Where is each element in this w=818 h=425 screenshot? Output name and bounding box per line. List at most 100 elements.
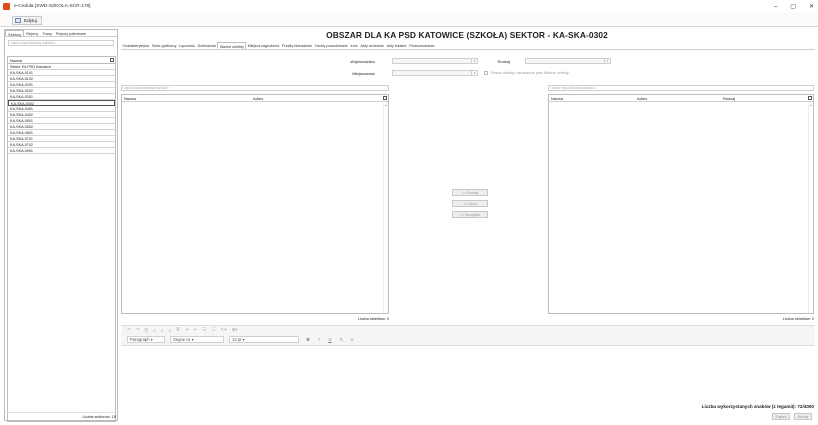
left-grid-search-input[interactable]: <wpisz wyszukiwaną wartość>: [121, 85, 389, 91]
window-controls: – ▢ ✕: [774, 0, 814, 13]
align-center-icon[interactable]: ≡: [161, 328, 164, 333]
tab-inne[interactable]: Inne: [349, 42, 359, 49]
tab-trasy[interactable]: Trasy: [40, 30, 54, 36]
italic-button[interactable]: I: [315, 336, 323, 343]
redo-icon[interactable]: ↷: [136, 327, 140, 333]
right-header-rodzaj[interactable]: Rodzaj: [723, 95, 735, 102]
sector-tabs: Sektory Rejony Trasy Rejony patrolowe: [5, 30, 117, 37]
column-chooser-icon[interactable]: [383, 96, 387, 100]
window-title: e-Cedula [SWD-SZKOLA-SCR-178]: [14, 4, 91, 9]
tab-punkty-blokadowe[interactable]: Punkty blokadowe: [281, 42, 314, 49]
paste-icon[interactable]: ⎘: [145, 328, 149, 333]
indent-icon[interactable]: ⇥: [185, 327, 189, 333]
remove-button[interactable]: << Usuń: [452, 200, 488, 207]
main-tabs: Charakterystyka Szkic graficzny Łączność Dz…: [121, 42, 815, 50]
editor-toolbar-icons: ↶ ↷ ⎘ ≡ ≡ ≡ ≣ ⇥ ⇤ ☰ ☷ ✎▾ ⊞▾: [121, 325, 815, 334]
justify-icon[interactable]: ≣: [176, 327, 180, 333]
all-button[interactable]: << Wszystko: [452, 211, 488, 218]
rodzaj-select[interactable]: ▾: [525, 58, 611, 64]
tab-akty-lokalne[interactable]: Akty lokalne: [385, 42, 408, 49]
paragraph-style-value: Paragraph: [130, 337, 150, 342]
left-header-adres[interactable]: Adres: [253, 95, 263, 102]
tab-ważne-obiekty[interactable]: Ważne obiekty: [217, 42, 247, 49]
left-grid-scrollbar[interactable]: ▴: [383, 103, 388, 313]
maximize-button[interactable]: ▢: [790, 3, 796, 10]
right-header-nazwa[interactable]: Nazwa: [551, 95, 563, 102]
column-header-label: Nazwa: [10, 58, 22, 63]
minimize-button[interactable]: –: [774, 4, 777, 10]
sector-rows: Sektor KA PSD Katowice KA-SKA-0101 KA-SKA-…: [8, 64, 115, 154]
sector-column-header[interactable]: Nazwa: [8, 57, 115, 64]
sector-search-input[interactable]: <wpisz wyszukiwany wartość>: [8, 40, 114, 46]
rodzaj-label: Rodzaj: [497, 59, 510, 64]
sector-panel: Sektory Rejony Trasy Rejony patrolowe <w…: [4, 29, 119, 422]
left-header-nazwa[interactable]: Nazwa: [124, 95, 136, 102]
char-count: Liczba wykorzystanych znaków (z tegamiI)…: [701, 404, 814, 409]
tab-sektory[interactable]: Sektory: [5, 30, 25, 37]
wojewodztwo-select[interactable]: ▾: [392, 58, 478, 64]
numbering-icon[interactable]: ☷: [211, 327, 215, 333]
align-right-icon[interactable]: ≡: [168, 328, 171, 333]
font-size-select[interactable]: 12 pt ▾: [229, 336, 299, 343]
column-chooser-icon[interactable]: [808, 96, 812, 100]
highlight-icon[interactable]: ✎▾: [221, 327, 227, 333]
align-left-icon[interactable]: ≡: [153, 328, 156, 333]
sector-scrollbar[interactable]: [110, 66, 114, 413]
title-bar: e-Cedula [SWD-SZKOLA-SCR-178] – ▢ ✕: [0, 0, 818, 13]
editor-format-toolbar: Paragraph ▾ Segoe UI ▾ 12 pt ▾ B I U T̶ …: [121, 334, 815, 346]
app-icon: [3, 3, 10, 10]
left-grid-count: Liczba obiektów: 0: [357, 317, 389, 321]
tab-rejony[interactable]: Rejony: [24, 30, 40, 36]
right-grid-count: Liczba obiektów: 0: [782, 317, 814, 321]
sector-count: Liczba sektorów: 15: [5, 412, 119, 420]
edit-button[interactable]: Edytuj: [12, 16, 42, 25]
chevron-down-icon: ▾: [604, 59, 610, 63]
close-button[interactable]: ✕: [809, 3, 814, 10]
edit-icon: [15, 18, 21, 23]
show-important-label: Pokaż obiekty, oznaczone jako Ważne obie…: [491, 71, 569, 75]
link-button[interactable]: << Powiąż: [452, 189, 488, 196]
ribbon: Edytuj: [0, 13, 818, 27]
right-grid-scrollbar[interactable]: ▴: [808, 103, 813, 313]
right-objects-grid: Nazwa Adres Rodzaj ▴: [548, 94, 814, 314]
right-grid-header: Nazwa Adres Rodzaj: [549, 95, 813, 102]
underline-button[interactable]: U: [326, 336, 334, 343]
sector-row[interactable]: KA-SKA-0901: [8, 148, 115, 154]
save-button[interactable]: Zapisz: [772, 413, 790, 420]
sector-table: Nazwa Sektor KA PSD Katowice KA-SKA-0101 K…: [7, 56, 116, 422]
cancel-button[interactable]: Anuluj: [794, 413, 812, 420]
table-icon[interactable]: ⊞▾: [232, 327, 238, 333]
chevron-down-icon: ▾: [471, 59, 477, 63]
miejscowosc-select[interactable]: ▾: [392, 70, 478, 76]
miejscowosc-label: Miejscowość: [352, 71, 375, 76]
right-header-adres[interactable]: Adres: [637, 95, 647, 102]
tab-akty-centralne[interactable]: Akty centralne: [359, 42, 385, 49]
column-chooser-icon[interactable]: [110, 58, 114, 62]
bullets-icon[interactable]: ☰: [202, 327, 206, 333]
undo-icon[interactable]: ↶: [127, 327, 131, 333]
tab-miejsca-zagrożenia[interactable]: Miejsca zagrożenia: [246, 42, 280, 49]
show-important-checkbox[interactable]: [484, 71, 488, 75]
bold-button[interactable]: B: [304, 336, 312, 343]
tab-podsumowanie[interactable]: Podsumowanie: [408, 42, 436, 49]
paragraph-style-select[interactable]: Paragraph ▾: [127, 336, 165, 343]
font-name-select[interactable]: Segoe UI ▾: [170, 336, 224, 343]
tab-osoby-poszukiwane[interactable]: Osoby poszukiwane: [313, 42, 349, 49]
left-objects-grid: Nazwa Adres ▴: [121, 94, 389, 314]
left-grid-header: Nazwa Adres: [122, 95, 388, 102]
font-name-value: Segoe UI: [173, 337, 191, 342]
edit-button-label: Edytuj: [24, 18, 37, 23]
right-grid-search-input[interactable]: <wpisz wyszukiwaną wartość>: [548, 85, 814, 91]
tab-dzielnicowi[interactable]: Dzielnicowi: [196, 42, 217, 49]
font-size-value: 12 pt: [232, 337, 242, 342]
page-title: OBSZAR DLA KA PSD KATOWICE (SZKOŁA) SEKT…: [326, 30, 608, 40]
chevron-down-icon: ▾: [471, 71, 477, 75]
font-color-button[interactable]: A: [348, 336, 356, 343]
tab-łączność[interactable]: Łączność: [178, 42, 196, 49]
outdent-icon[interactable]: ⇤: [194, 327, 198, 333]
strikethrough-button[interactable]: T̶: [337, 336, 345, 343]
tab-szkic-graficzny[interactable]: Szkic graficzny: [150, 42, 177, 49]
tab-rejony-patrolowe[interactable]: Rejony patrolowe: [54, 30, 88, 36]
note-editor[interactable]: [121, 347, 815, 401]
tab-charakterystyka[interactable]: Charakterystyka: [121, 42, 150, 49]
